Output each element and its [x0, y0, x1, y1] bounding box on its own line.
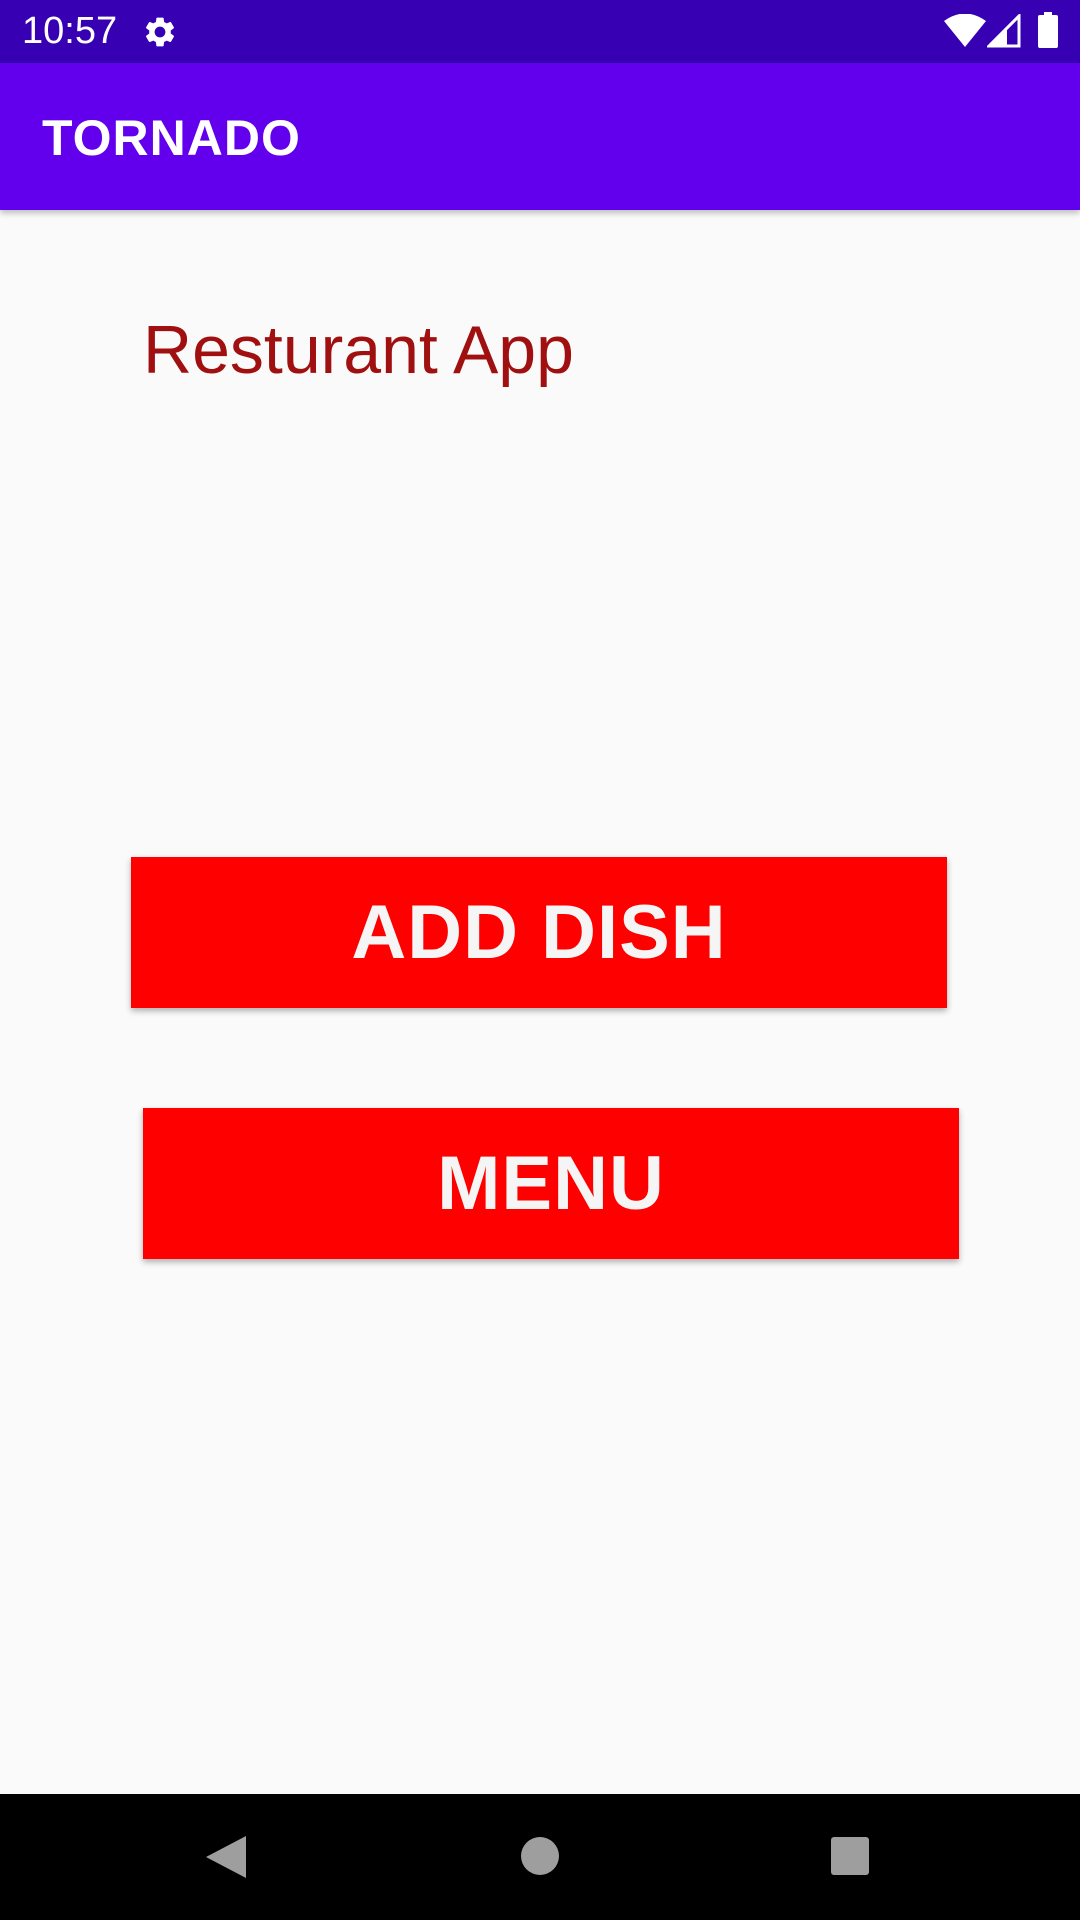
status-bar: 10:57: [0, 0, 1080, 63]
signal-icon: [987, 14, 1021, 48]
battery-icon: [1038, 12, 1058, 48]
page-heading: Resturant App: [143, 312, 574, 388]
home-icon[interactable]: [520, 1836, 560, 1876]
menu-button[interactable]: MENU: [143, 1108, 959, 1259]
wifi-icon: [944, 14, 986, 47]
app-bar: TORNADO: [0, 63, 1080, 210]
screen: 10:57 TORNADO Resturant App ADD DISH MEN…: [0, 0, 1080, 1920]
back-icon[interactable]: [202, 1834, 248, 1880]
add-dish-button[interactable]: ADD DISH: [131, 857, 947, 1008]
status-time: 10:57: [22, 10, 118, 52]
gear-icon: [145, 17, 175, 47]
recents-icon[interactable]: [830, 1836, 870, 1876]
app-title: TORNADO: [42, 110, 301, 166]
